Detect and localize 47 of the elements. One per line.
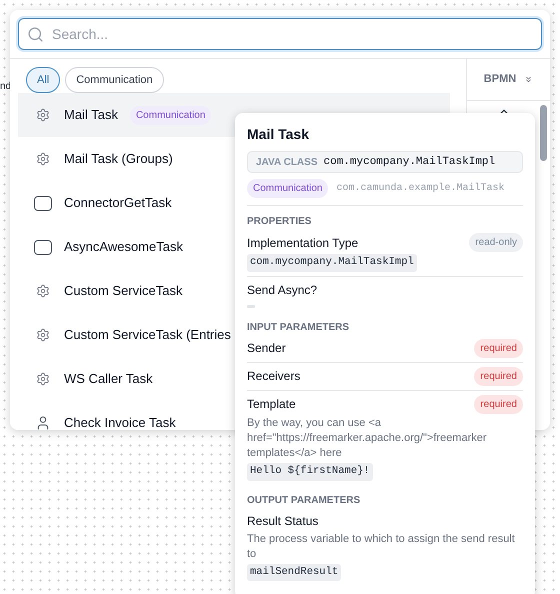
task-icon (34, 196, 52, 210)
status-badge: read-only (469, 233, 523, 252)
status-badge: required (474, 394, 523, 414)
property-name: Result Status (247, 512, 318, 530)
java-class-label: JAVA CLASS (256, 156, 318, 170)
gear-icon (36, 152, 50, 166)
user-icon (35, 415, 51, 430)
category-tag: Communication (130, 106, 212, 124)
status-badge: required (474, 366, 523, 386)
property-description: The process variable to which to assign the send result to (247, 532, 516, 562)
property-value: com.mycompany.MailTaskImpl (247, 254, 417, 272)
section-heading: OUTPUT PARAMETERS (247, 494, 362, 508)
java-class-value: com.mycompany.MailTaskImpl (324, 154, 496, 170)
section-heading: INPUT PARAMETERS (247, 320, 350, 335)
property-name: Implementation Type (247, 234, 358, 252)
search-icon (27, 26, 44, 42)
property-value: mailSendResult (247, 564, 342, 582)
gear-icon (36, 328, 50, 342)
status-badge: required (474, 338, 523, 358)
item-label: WS Caller Task (64, 370, 153, 388)
section-heading: PROPERTIES (247, 215, 312, 229)
expand-icon[interactable] (524, 75, 534, 84)
search-input[interactable]: Search... (52, 24, 533, 44)
property-name: Receivers (247, 368, 300, 386)
item-label: Check Invoice Task (64, 414, 176, 430)
sidebar-title: BPMN (484, 72, 516, 88)
item-label: Custom ServiceTask (64, 282, 182, 300)
gear-icon (36, 284, 50, 298)
gear-icon (36, 108, 50, 122)
property-name: Template (247, 396, 296, 414)
item-label: Mail Task (Groups) (64, 150, 173, 168)
filter-chip[interactable]: Communication (65, 67, 164, 93)
property-name: Sender (247, 340, 286, 358)
item-label: Custom ServiceTask (Entries (64, 326, 231, 344)
template-id: com.camunda.example.MailTask (336, 182, 505, 196)
filter-chip[interactable]: All (26, 67, 60, 93)
category-tag: Communication (247, 179, 328, 198)
property-value: Hello ${firstName}! (247, 462, 373, 480)
item-label: Mail Task (64, 106, 118, 124)
search-field[interactable]: Search... (18, 18, 542, 50)
item-label: ConnectorGetTask (64, 194, 172, 212)
item-label: AsyncAwesomeTask (64, 238, 183, 256)
gear-icon (36, 372, 50, 386)
property-description: By the way, you can use <a href="https://freemarker.apache.org/">freemarker templates</a> here (247, 416, 488, 461)
property-name: Send Async? (247, 282, 318, 299)
scrollbar-thumb[interactable] (540, 105, 547, 161)
task-icon (34, 240, 52, 254)
